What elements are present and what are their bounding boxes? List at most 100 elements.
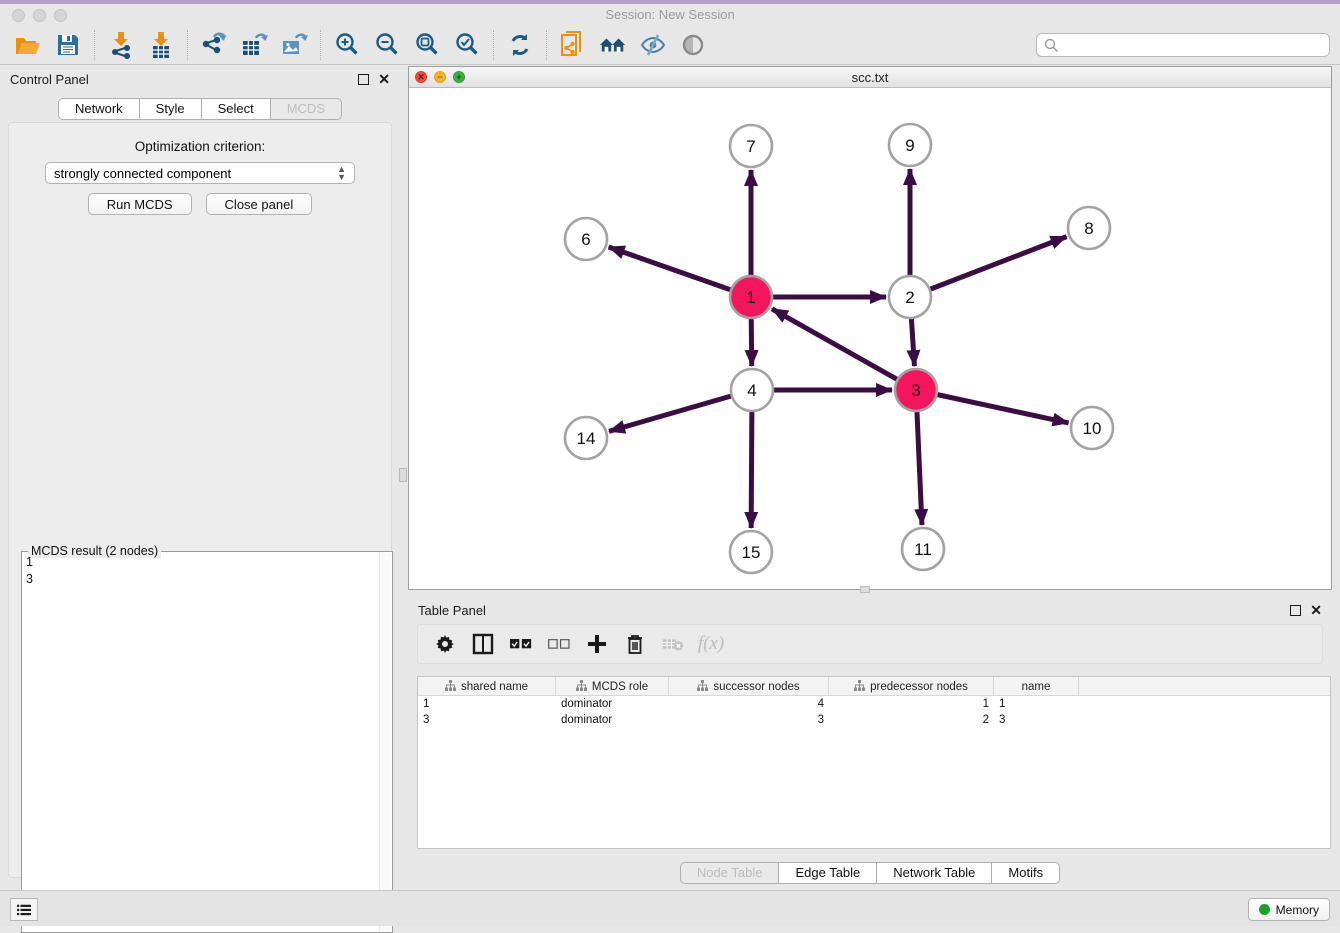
toolbar-separator [546,30,547,60]
node-10[interactable]: 10 [1071,407,1113,449]
houses-button[interactable] [593,29,633,61]
eye-button[interactable] [673,29,713,61]
horizontal-divider-grip[interactable] [860,586,870,593]
save-session-button[interactable] [48,29,88,61]
edge-1-6[interactable] [609,247,751,297]
mcds-result-text[interactable]: 1 3 [26,554,378,930]
node-8[interactable]: 8 [1068,207,1110,249]
node-4[interactable]: 4 [731,369,773,411]
window-title: Session: New Session [0,4,1340,26]
zoom-selected-icon [454,32,480,58]
column-header-predecessor-nodes[interactable]: predecessor nodes [829,677,994,696]
import-network-button[interactable] [101,29,141,61]
node-6[interactable]: 6 [565,218,607,260]
close-panel-button[interactable]: ✕ [378,74,390,85]
tab-motifs[interactable]: Motifs [992,862,1060,884]
close-table-panel-button[interactable]: ✕ [1310,605,1322,616]
edge-3-10[interactable] [916,390,1069,423]
refresh-button[interactable] [500,29,540,61]
chevron-up-down-icon: ▲▼ [337,165,346,181]
table-cell: dominator [556,712,669,728]
delete-table-button[interactable] [656,629,690,659]
gear-icon [435,634,455,654]
edge-4-14[interactable] [609,390,752,431]
float-table-panel-button[interactable] [1290,605,1301,616]
split-divider-grip[interactable] [399,468,407,482]
minimize-window-button[interactable] [33,9,46,22]
column-type-icon [445,680,456,694]
column-header-successor-nodes[interactable]: successor nodes [669,677,829,696]
zoom-in-icon [334,32,360,58]
export-network-icon [200,31,228,59]
zoom-in-button[interactable] [327,29,367,61]
deselect-all-columns-button[interactable] [542,629,576,659]
node-7[interactable]: 7 [730,125,772,167]
search-icon [1044,38,1059,53]
function-builder-button[interactable]: f(x) [694,629,728,659]
node-table: shared nameMCDS rolesuccessor nodesprede… [417,676,1331,849]
node-11[interactable]: 11 [902,528,944,570]
table-settings-button[interactable] [428,629,462,659]
clone-network-button[interactable] [553,29,593,61]
export-network-button[interactable] [194,29,234,61]
tab-network-table[interactable]: Network Table [877,862,992,884]
delete-column-button[interactable] [618,629,652,659]
add-column-button[interactable] [580,629,614,659]
table-row[interactable]: 1dominator411 [418,696,1330,712]
svg-text:2: 2 [905,288,914,307]
tab-node-table[interactable]: Node Table [680,862,780,884]
select-all-columns-button[interactable] [504,629,538,659]
zoom-fit-button[interactable] [407,29,447,61]
network-canvas[interactable]: 7 9 6 8 1 2 4 3 14 10 15 11 [409,88,1331,589]
float-panel-button[interactable] [358,74,369,85]
node-3[interactable]: 3 [895,369,937,411]
search-input[interactable] [1059,37,1322,53]
function-builder-icon: f(x) [698,633,724,655]
close-panel-button-inner[interactable]: Close panel [206,193,313,215]
eye-slash-button[interactable] [633,29,673,61]
column-header-MCDS-role[interactable]: MCDS role [556,677,669,696]
clone-network-icon [560,31,586,59]
tab-mcds[interactable]: MCDS [271,98,342,120]
svg-text:3: 3 [911,381,920,400]
close-window-button[interactable] [12,9,25,22]
optimization-criterion-select[interactable]: strongly connected component ▲▼ [45,162,355,184]
tab-style[interactable]: Style [140,98,202,120]
memory-button[interactable]: Memory [1248,898,1330,921]
column-header-name[interactable]: name [994,677,1079,696]
tab-select[interactable]: Select [202,98,271,120]
node-14[interactable]: 14 [565,417,607,459]
houses-icon [599,33,627,57]
table-tabs: Node TableEdge TableNetwork TableMotifs [408,862,1332,884]
edge-3-1[interactable] [772,309,916,390]
tab-edge-table[interactable]: Edge Table [779,862,877,884]
tab-network[interactable]: Network [58,98,140,120]
refresh-icon [507,32,533,58]
export-table-button[interactable] [234,29,274,61]
import-table-button[interactable] [141,29,181,61]
edge-2-8[interactable] [910,237,1067,297]
export-image-button[interactable] [274,29,314,61]
node-1[interactable]: 1 [730,276,772,318]
table-cell: 3 [994,712,1079,728]
show-columns-button[interactable] [466,629,500,659]
table-cell: 1 [418,696,556,712]
search-field[interactable] [1036,33,1330,57]
column-header-shared-name[interactable]: shared name [418,677,556,696]
table-cell: 3 [418,712,556,728]
table-cell: 3 [669,712,829,728]
result-scrollbar[interactable] [379,553,391,931]
svg-text:8: 8 [1084,219,1093,238]
node-2[interactable]: 2 [889,276,931,318]
node-9[interactable]: 9 [889,124,931,166]
panel-menu-button[interactable] [10,898,38,921]
table-row[interactable]: 3dominator323 [418,712,1330,728]
node-15[interactable]: 15 [730,531,772,573]
run-mcds-button[interactable]: Run MCDS [88,193,192,215]
open-session-button[interactable] [8,29,48,61]
zoom-selected-button[interactable] [447,29,487,61]
network-window-titlebar[interactable]: ✕ − + scc.txt [409,67,1331,88]
maximize-window-button[interactable] [54,9,67,22]
zoom-out-button[interactable] [367,29,407,61]
list-icon [17,903,31,917]
